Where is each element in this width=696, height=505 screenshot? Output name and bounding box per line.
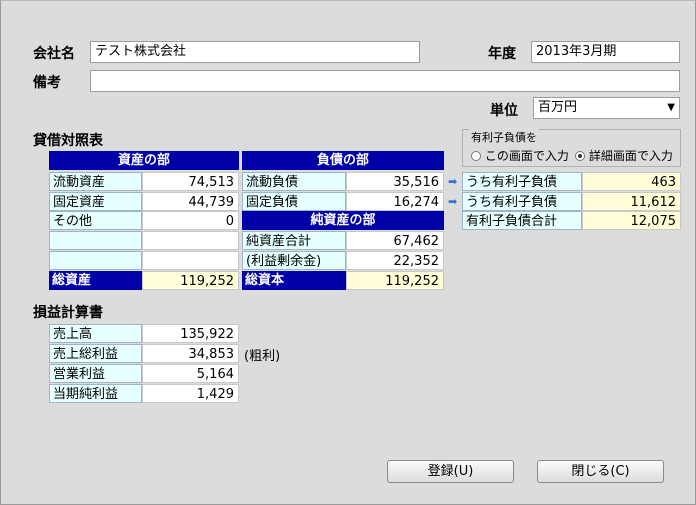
asset-label <box>49 231 142 250</box>
income-label: 当期純利益 <box>49 384 142 403</box>
interest-debt-label: うち有利子負債 <box>462 192 582 211</box>
note-input[interactable] <box>90 70 680 92</box>
asset-label: その他 <box>49 211 142 230</box>
close-button[interactable]: 閉じる(C) <box>537 460 664 483</box>
net-asset-value[interactable]: 67,462 <box>346 231 444 250</box>
asset-value[interactable]: 44,739 <box>142 192 239 211</box>
total-capital-value: 119,252 <box>346 271 444 290</box>
interest-debt-value: 11,612 <box>582 192 681 211</box>
unit-label: 単位 <box>490 103 518 119</box>
arrow-right-icon: ➡ <box>448 175 458 188</box>
radio-screen-label: この画面で入力 <box>484 149 569 163</box>
interest-debt-value: 463 <box>582 172 681 191</box>
asset-label <box>49 251 142 270</box>
year-label: 年度 <box>488 46 516 62</box>
total-assets-label: 総資産 <box>49 271 142 290</box>
radio-detail-input[interactable]: 詳細画面で入力 <box>575 147 673 164</box>
asset-value[interactable]: 0 <box>142 211 239 230</box>
income-value[interactable]: 5,164 <box>142 364 239 383</box>
interest-debt-total-value: 12,075 <box>582 211 681 230</box>
total-assets-value: 119,252 <box>142 271 239 290</box>
balance-sheet-title: 貸借対照表 <box>33 133 103 149</box>
interest-debt-label: うち有利子負債 <box>462 172 582 191</box>
interest-debt-group-label: 有利子負債を <box>469 129 539 145</box>
register-button[interactable]: 登録(U) <box>387 460 514 483</box>
asset-value[interactable] <box>142 251 239 270</box>
income-label: 売上総利益 <box>49 344 142 363</box>
income-label: 売上高 <box>49 324 142 343</box>
liability-label: 流動負債 <box>242 172 346 191</box>
asset-value[interactable] <box>142 231 239 250</box>
interest-debt-group: 有利子負債を この画面で入力 詳細画面で入力 <box>462 129 681 167</box>
radio-detail-icon <box>575 151 585 161</box>
net-asset-value[interactable]: 22,352 <box>346 251 444 270</box>
asset-value[interactable]: 74,513 <box>142 172 239 191</box>
liabilities-header: 負債の部 <box>242 151 444 170</box>
asset-label: 固定資産 <box>49 192 142 211</box>
radio-screen-icon <box>471 151 481 161</box>
liability-value[interactable]: 16,274 <box>346 192 444 211</box>
note-label: 備考 <box>33 75 61 91</box>
net-assets-header: 純資産の部 <box>242 211 444 230</box>
company-name-input[interactable]: テスト株式会社 <box>90 41 420 63</box>
assets-header: 資産の部 <box>49 151 239 170</box>
radio-screen-input[interactable]: この画面で入力 <box>471 147 569 164</box>
income-value[interactable]: 1,429 <box>142 384 239 403</box>
chevron-down-icon: ▼ <box>667 102 675 113</box>
unit-select[interactable]: 百万円 ▼ <box>533 97 680 119</box>
liability-label: 固定負債 <box>242 192 346 211</box>
net-asset-label: (利益剰余金) <box>242 251 346 270</box>
total-capital-label: 総資本 <box>242 271 346 290</box>
arrow-right-icon: ➡ <box>448 195 458 208</box>
radio-detail-label: 詳細画面で入力 <box>588 149 673 163</box>
liability-value[interactable]: 35,516 <box>346 172 444 191</box>
asset-label: 流動資産 <box>49 172 142 191</box>
income-label: 営業利益 <box>49 364 142 383</box>
year-input[interactable]: 2013年3月期 <box>531 41 680 63</box>
interest-debt-total-label: 有利子負債合計 <box>462 211 582 230</box>
company-label: 会社名 <box>33 46 75 62</box>
gross-profit-note: (粗利) <box>244 349 281 364</box>
net-asset-label: 純資産合計 <box>242 231 346 250</box>
income-value[interactable]: 135,922 <box>142 324 239 343</box>
income-statement-title: 損益計算書 <box>33 305 103 321</box>
income-value[interactable]: 34,853 <box>142 344 239 363</box>
unit-select-value: 百万円 <box>538 100 578 115</box>
